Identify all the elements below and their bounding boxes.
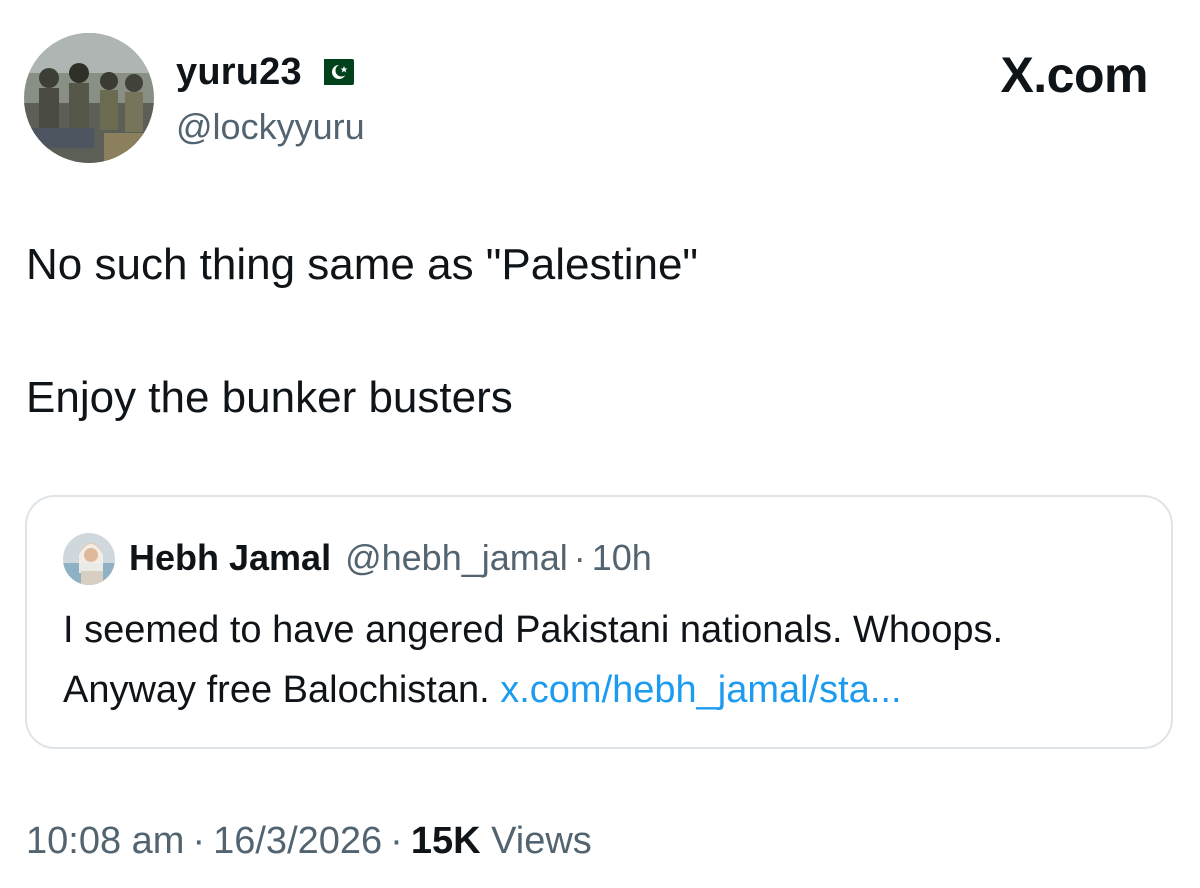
tweet-time[interactable]: 10:08 am xyxy=(26,820,184,862)
quoted-avatar-image xyxy=(63,533,115,585)
pakistan-flag-icon xyxy=(313,59,354,85)
author-display-name[interactable]: yuru23 xyxy=(176,51,302,94)
meta-separator-2: · xyxy=(390,820,403,862)
quoted-author-avatar[interactable] xyxy=(63,533,115,585)
author-name-row: yuru23 xyxy=(176,48,354,96)
tweet-text-line-1: No such thing same as "Palestine" xyxy=(26,240,699,289)
avatar-image xyxy=(24,33,154,163)
quoted-tweet-header: Hebh Jamal @hebh_jamal · 10h xyxy=(129,537,652,579)
quoted-tweet-card[interactable]: Hebh Jamal @hebh_jamal · 10h I seemed to… xyxy=(25,495,1173,749)
separator-dot: · xyxy=(573,537,586,578)
author-avatar[interactable] xyxy=(24,33,154,163)
tweet-date[interactable]: 16/3/2026 xyxy=(213,820,382,862)
meta-separator-1: · xyxy=(192,820,206,862)
tweet-meta: 10:08 am · 16/3/2026 · 15K Views xyxy=(26,820,592,863)
quoted-text-line-2: Anyway free Balochistan. x.com/hebh_jama… xyxy=(63,669,902,712)
quoted-text-line-2-text: Anyway free Balochistan. xyxy=(63,669,490,711)
quoted-handle[interactable]: @hebh_jamal xyxy=(345,537,568,579)
tweet-text-line-2: Enjoy the bunker busters xyxy=(26,373,513,422)
x-com-logo: X.com xyxy=(1000,47,1148,103)
quoted-display-name[interactable]: Hebh Jamal xyxy=(129,537,331,579)
author-handle[interactable]: @lockyyuru xyxy=(176,106,365,148)
quoted-timestamp[interactable]: 10h xyxy=(592,537,652,579)
quoted-link[interactable]: x.com/hebh_jamal/sta... xyxy=(500,669,901,711)
quoted-text-line-1: I seemed to have angered Pakistani natio… xyxy=(63,609,1004,651)
views-count[interactable]: 15K xyxy=(411,820,481,862)
views-label: Views xyxy=(491,820,592,862)
